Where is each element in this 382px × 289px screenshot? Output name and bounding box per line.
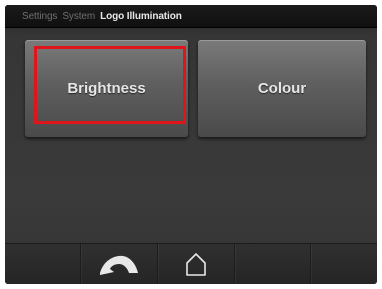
footer-cell-empty-3 bbox=[311, 244, 377, 284]
footer-cell-empty-2 bbox=[235, 244, 311, 284]
breadcrumb-logo-illumination: Logo Illumination bbox=[100, 10, 182, 22]
brightness-button-label: Brightness bbox=[67, 80, 146, 97]
breadcrumb: Settings System Logo Illumination bbox=[5, 5, 377, 28]
colour-button-label: Colour bbox=[257, 80, 307, 97]
colour-button[interactable]: Colour bbox=[198, 40, 366, 137]
breadcrumb-system[interactable]: System bbox=[62, 11, 95, 22]
home-icon bbox=[183, 251, 209, 277]
brightness-button[interactable]: Brightness bbox=[25, 40, 188, 137]
breadcrumb-settings[interactable]: Settings bbox=[22, 11, 57, 22]
back-button[interactable] bbox=[81, 244, 158, 284]
footer-cell-empty-1 bbox=[5, 244, 81, 284]
home-button[interactable] bbox=[158, 244, 235, 284]
device-screen: Settings System Logo Illumination Bright… bbox=[5, 5, 377, 284]
footer-bar bbox=[5, 243, 377, 284]
back-arrow-icon bbox=[96, 251, 142, 277]
